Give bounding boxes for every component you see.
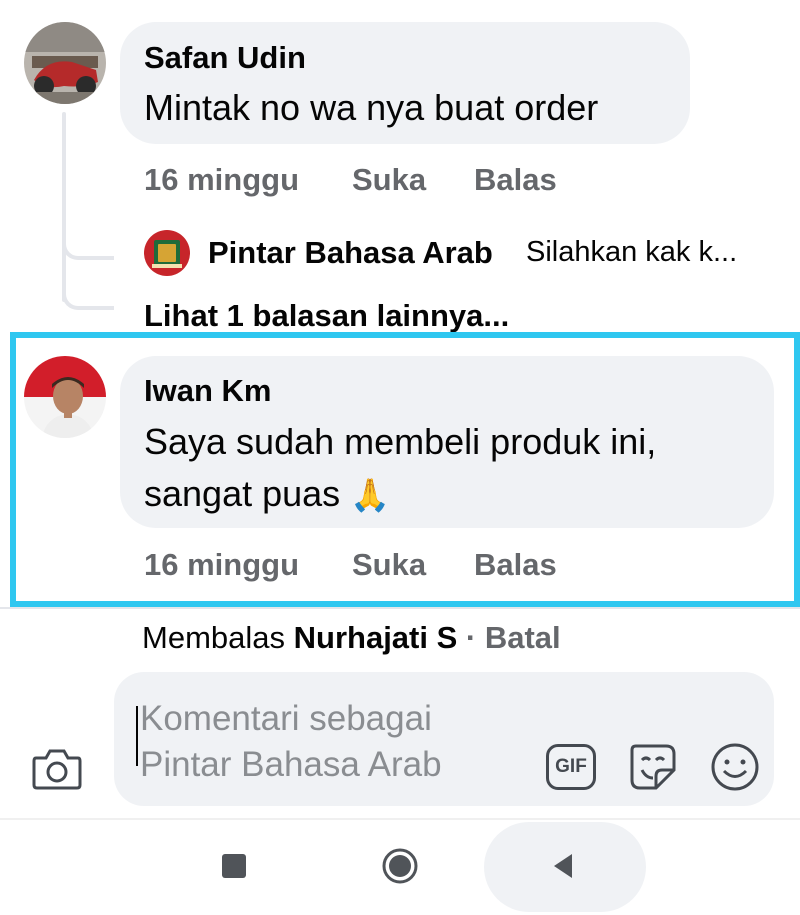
placeholder-line-2: Pintar Bahasa Arab [140,745,442,784]
comment-text: sangat puas [144,473,341,514]
reply-author[interactable]: Pintar Bahasa Arab [208,235,493,271]
sticker-icon[interactable] [626,740,680,794]
comment-time[interactable]: 16 minggu [144,547,299,583]
comment-text: Mintak no wa nya buat order [144,87,599,128]
camera-icon[interactable] [30,742,84,796]
gif-button[interactable]: GIF [546,744,596,790]
comment-author[interactable]: Iwan Km [144,373,271,409]
recent-apps-button[interactable] [222,854,246,878]
reply-button[interactable]: Balas [474,547,557,583]
nav-bar-separator [0,818,800,820]
avatar-pintar-bahasa-arab[interactable] [144,230,190,276]
comment-text-line-2: sangat puas 🙏 [144,470,390,519]
comment-author[interactable]: Safan Udin [144,40,306,76]
like-button[interactable]: Suka [352,547,426,583]
praying-hands-emoji: 🙏 [350,477,391,513]
divider [0,607,800,609]
thread-connector [62,270,114,310]
avatar-safan-udin[interactable] [24,22,106,104]
view-more-replies-link[interactable]: Lihat 1 balasan lainnya... [144,298,509,334]
avatar-iwan-km[interactable] [24,356,106,438]
reply-text[interactable]: Silahkan kak k... [526,236,737,269]
comment-time[interactable]: 16 minggu [144,162,299,198]
replying-to-bar: Membalas Nurhajati S · Batal [142,620,561,656]
placeholder-line-1: Komentari sebagai [140,699,432,738]
home-button[interactable] [381,847,419,885]
replying-to-name: Nurhajati S [293,620,458,655]
like-button[interactable]: Suka [352,162,426,198]
emoji-icon[interactable] [708,740,762,794]
text-caret [136,706,138,766]
comment-text-line-1: Saya sudah membeli produk ini, [144,421,657,462]
gif-label: GIF [555,756,587,777]
separator: · [465,620,477,655]
back-button[interactable] [550,852,576,880]
comment-input-placeholder[interactable]: Komentari sebagai Pintar Bahasa Arab [140,696,560,788]
replying-prefix: Membalas [142,620,285,655]
reply-button[interactable]: Balas [474,162,557,198]
thread-connector [62,220,114,260]
cancel-reply-button[interactable]: Batal [485,620,561,655]
